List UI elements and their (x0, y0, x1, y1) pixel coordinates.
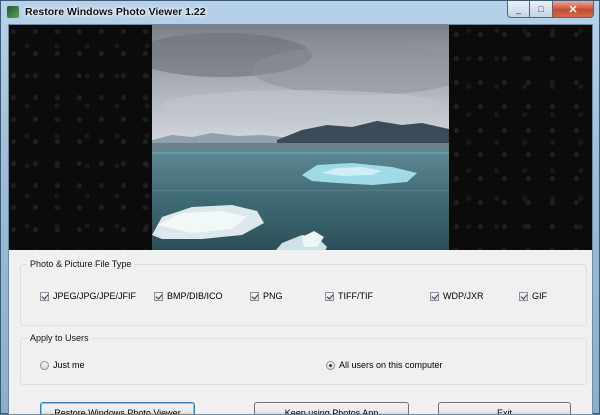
client-area: Photo & Picture File Type JPEG/JPG/JPE/J… (8, 24, 593, 415)
keep-photos-app-button[interactable]: Keep using Photos App (254, 402, 409, 414)
title-bar[interactable]: Restore Windows Photo Viewer 1.22 _ □ ✕ (1, 1, 599, 23)
window-controls: _ □ ✕ (507, 1, 594, 19)
file-type-legend: Photo & Picture File Type (27, 259, 135, 269)
checkbox-gif[interactable]: GIF (519, 291, 547, 301)
checkmark-icon (325, 291, 334, 301)
radio-just-me[interactable]: Just me (40, 360, 85, 370)
glacier-lagoon-photo (152, 25, 449, 250)
app-window: Restore Windows Photo Viewer 1.22 _ □ ✕ (0, 0, 600, 415)
checkbox-wdp[interactable]: WDP/JXR (430, 291, 484, 301)
radio-label: Just me (53, 360, 85, 370)
checkbox-label: TIFF/TIF (338, 291, 373, 301)
checkmark-icon (250, 291, 259, 301)
checkbox-label: GIF (532, 291, 547, 301)
apply-to-users-legend: Apply to Users (27, 333, 92, 343)
checkbox-label: PNG (263, 291, 283, 301)
apply-to-users-group: Apply to Users Just me All users on this… (20, 333, 587, 385)
checkbox-tiff[interactable]: TIFF/TIF (325, 291, 373, 301)
radio-selected-icon (326, 360, 335, 370)
radio-all-users[interactable]: All users on this computer (326, 360, 443, 370)
checkbox-label: WDP/JXR (443, 291, 484, 301)
photo-banner (9, 25, 592, 250)
close-icon: ✕ (568, 3, 578, 16)
checkbox-label: BMP/DIB/ICO (167, 291, 223, 301)
file-type-group: Photo & Picture File Type JPEG/JPG/JPE/J… (20, 259, 587, 326)
radio-icon (40, 360, 49, 370)
app-icon (7, 6, 19, 18)
checkmark-icon (519, 291, 528, 301)
close-button[interactable]: ✕ (552, 1, 594, 18)
radio-label: All users on this computer (339, 360, 443, 370)
minimize-button[interactable]: _ (507, 1, 530, 18)
checkmark-icon (40, 291, 49, 301)
minimize-icon: _ (515, 4, 521, 14)
exit-button[interactable]: Exit (438, 402, 571, 414)
checkbox-label: JPEG/JPG/JPE/JFIF (53, 291, 137, 301)
checkbox-png[interactable]: PNG (250, 291, 283, 301)
checkbox-jpeg[interactable]: JPEG/JPG/JPE/JFIF (40, 291, 136, 301)
restore-photo-viewer-button[interactable]: Restore Windows Photo Viewer (40, 402, 195, 414)
maximize-button[interactable]: □ (530, 1, 552, 18)
maximize-icon: □ (538, 4, 544, 14)
checkmark-icon (154, 291, 163, 301)
checkbox-bmp[interactable]: BMP/DIB/ICO (154, 291, 223, 301)
checkmark-icon (430, 291, 439, 301)
window-title: Restore Windows Photo Viewer 1.22 (25, 6, 206, 18)
